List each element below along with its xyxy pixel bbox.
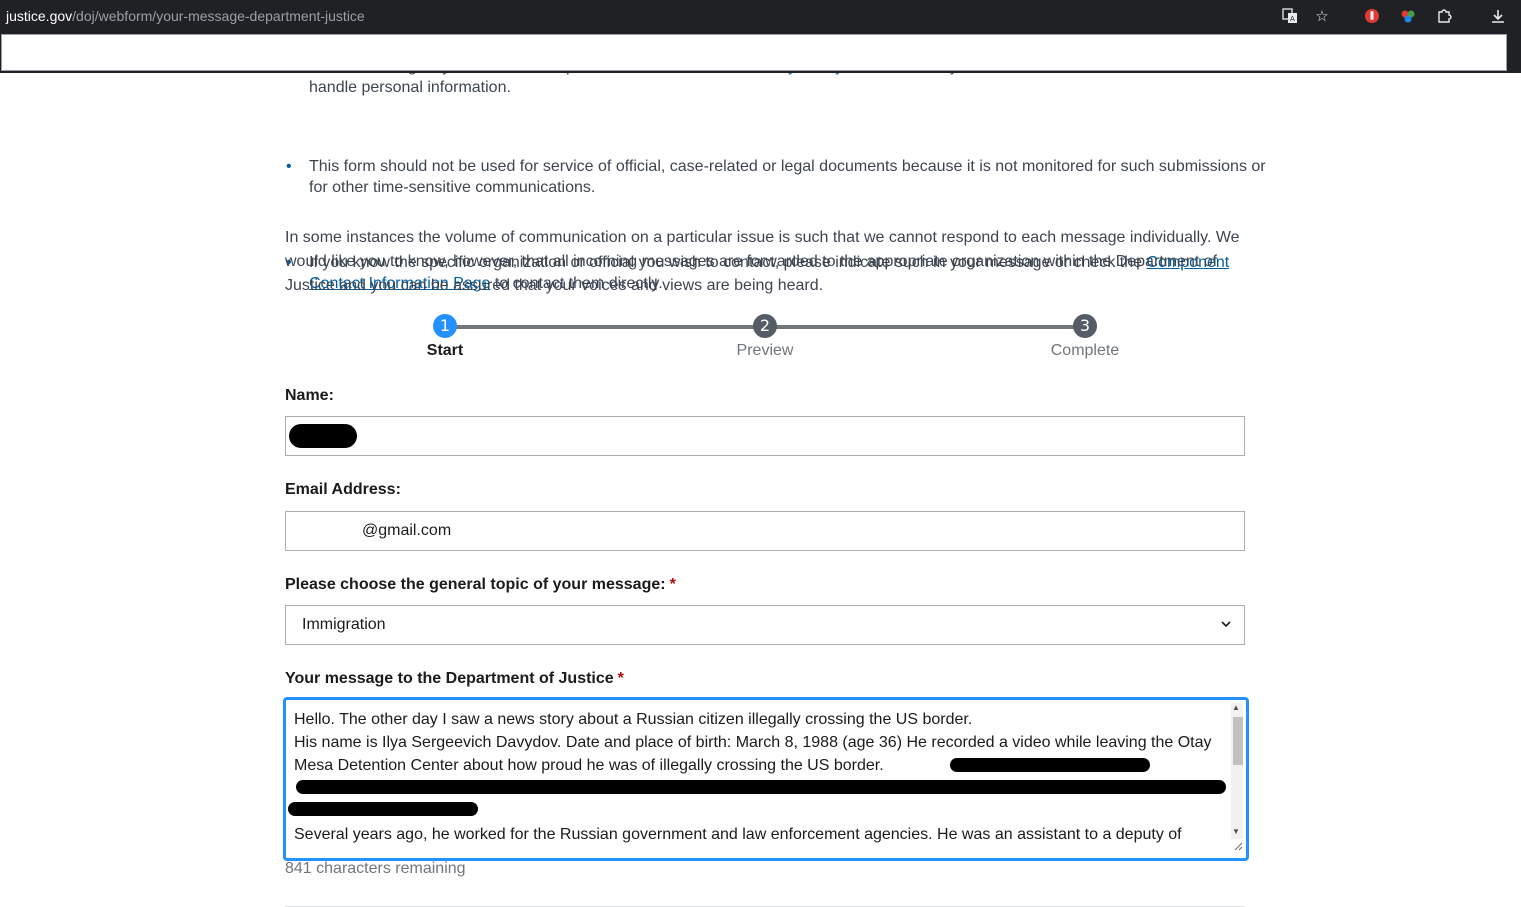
chevron-down-icon [1220, 606, 1232, 659]
intro-paragraph: In some instances the volume of communic… [285, 229, 1240, 294]
list-item: • This form should not be used for servic… [285, 156, 1269, 198]
step-3-label: Complete [1050, 342, 1120, 359]
translate-icon[interactable]: A [1280, 6, 1300, 26]
scroll-up-icon[interactable]: ▲ [1232, 703, 1240, 712]
topic-select[interactable]: Immigration [285, 605, 1245, 645]
message-textarea[interactable]: Hello. The other day I saw a news story … [283, 697, 1249, 861]
name-field[interactable] [285, 416, 1245, 456]
bullet-dot: • [286, 158, 292, 175]
required-asterisk: * [669, 576, 676, 593]
download-icon[interactable] [1488, 6, 1508, 26]
step-connector [445, 325, 765, 329]
message-label: Your message to the Department of Justic… [285, 670, 624, 688]
extension-red-icon[interactable] [1362, 6, 1382, 26]
resize-handle-icon[interactable] [1233, 838, 1243, 856]
step-2-label: Preview [736, 342, 794, 359]
redaction-mark [296, 780, 1226, 794]
browser-toolbar: justice.gov/doj/webform/your-message-dep… [0, 0, 1521, 33]
address-bar[interactable]: justice.gov/doj/webform/your-message-dep… [6, 8, 365, 24]
redaction-mark [289, 424, 357, 448]
extension-colorful-icon[interactable] [1398, 6, 1418, 26]
extensions-puzzle-icon[interactable] [1434, 6, 1454, 26]
message-line: Hello. The other day I saw a news story … [294, 711, 973, 728]
textarea-scrollbar[interactable]: ▲ ▼ [1231, 703, 1243, 839]
list-item: • Before sending us your information, ple… [285, 58, 1269, 98]
step-1-label: Start [426, 342, 464, 359]
star-icon[interactable]: ☆ [1312, 6, 1332, 26]
step-connector [765, 325, 1085, 329]
url-host: justice.gov [6, 8, 73, 24]
step-3-circle: 3 [1073, 314, 1097, 338]
characters-remaining: 841 characters remaining [285, 860, 466, 877]
svg-text:A: A [1290, 15, 1295, 23]
email-field[interactable]: @gmail.com [285, 511, 1245, 551]
progress-stepper: 1 2 3 Start Preview Complete [285, 312, 1245, 372]
required-asterisk: * [617, 670, 624, 687]
topic-selected-value: Immigration [302, 616, 386, 633]
step-1-circle: 1 [433, 314, 457, 338]
redaction-mark [950, 758, 1150, 772]
scroll-down-icon[interactable]: ▼ [1232, 827, 1240, 836]
step-2-circle: 2 [753, 314, 777, 338]
bullet-dot: • [286, 58, 292, 75]
topic-label: Please choose the general topic of your … [285, 576, 676, 594]
bullet-text: Before sending us your information, plea… [309, 58, 682, 75]
bullet-text: and the Privacy Statement below for deta… [309, 58, 1259, 96]
email-label: Email Address: [285, 481, 401, 498]
scroll-thumb[interactable] [1233, 717, 1243, 765]
redaction-mark [288, 802, 478, 816]
intro-bullet-list: • Before sending us your information, ple… [285, 56, 1266, 292]
url-path: /doj/webform/your-message-department-jus… [72, 8, 365, 24]
message-label-text: Your message to the Department of Justic… [285, 670, 614, 687]
bullet-text: This form should not be used for service… [309, 158, 1266, 196]
message-content: Hello. The other day I saw a news story … [294, 708, 1224, 846]
topic-label-text: Please choose the general topic of your … [285, 576, 666, 593]
email-value: @gmail.com [362, 522, 452, 539]
name-label: Name: [285, 387, 334, 404]
message-line: Several years ago, he worked for the Rus… [294, 826, 1182, 843]
website-privacy-policy-link[interactable]: Website Privacy Policy [682, 73, 844, 75]
